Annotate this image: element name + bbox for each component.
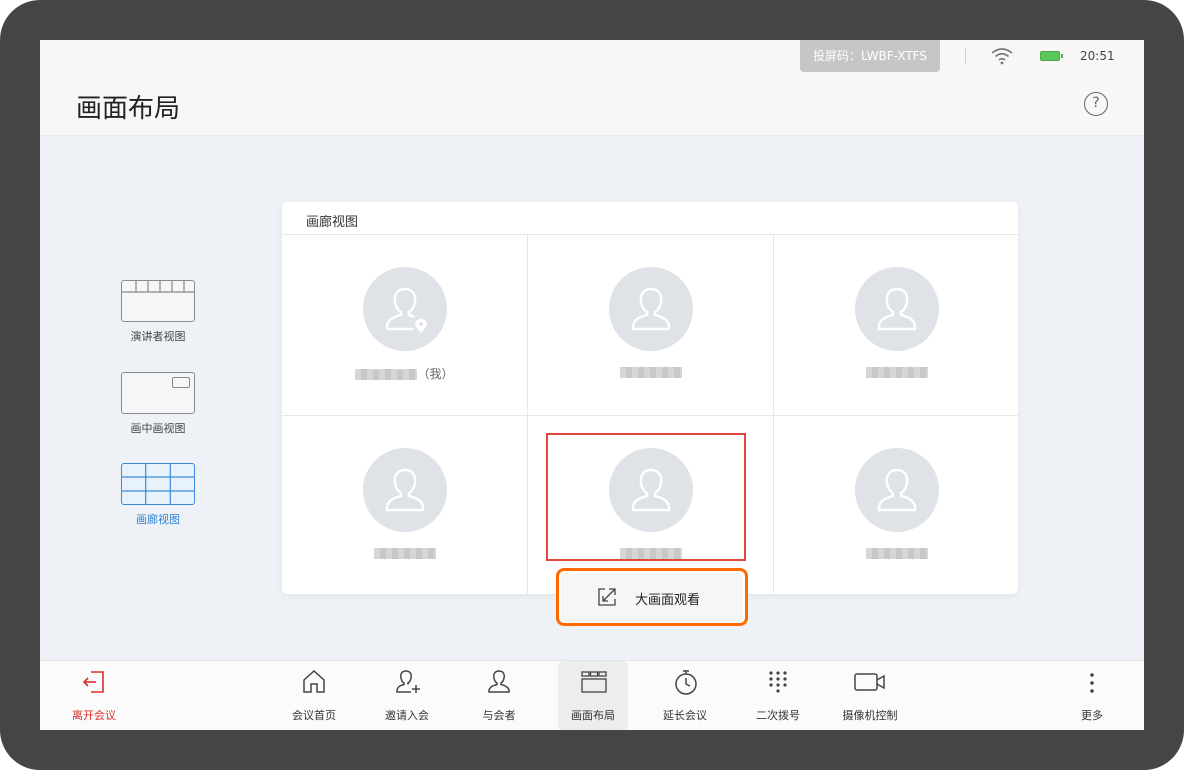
dialpad-icon: [769, 671, 787, 693]
camera-icon: [854, 673, 885, 691]
user-icon: [877, 468, 917, 512]
participant-tile[interactable]: [282, 416, 527, 596]
blurred-name: [865, 367, 928, 378]
question-circle-icon[interactable]: ?: [1084, 92, 1108, 116]
screen: 投屏码：LWBF-XTFS 20:51 画面布局 ? 演讲者视图 画中画视图 画…: [40, 40, 1144, 730]
selected-tile-highlight: [546, 433, 746, 561]
participant-tile[interactable]: [774, 235, 1019, 415]
big-view-label: 大画面观看: [635, 593, 701, 608]
layout-option-label: 画中画视图: [130, 422, 186, 435]
avatar: [609, 267, 693, 351]
user-icon: [631, 287, 671, 331]
user-icon: [488, 670, 510, 693]
toolbar-invite[interactable]: 邀请入会: [372, 661, 442, 730]
battery-icon: [1040, 51, 1063, 61]
host-user-icon: [385, 287, 427, 333]
page-title: 画面布局: [76, 94, 181, 124]
pip-layout-icon: [121, 372, 195, 414]
speaker-layout-icon: [120, 279, 195, 322]
toolbar-home[interactable]: 会议首页: [279, 661, 349, 730]
leave-meeting-button[interactable]: 离开会议: [59, 661, 129, 730]
cast-code-badge: 投屏码：LWBF-XTFS: [800, 40, 940, 72]
more-vertical-icon: [1090, 673, 1094, 693]
big-view-button-highlight: 大画面观看: [556, 568, 748, 626]
layout-option-label: 画廊视图: [136, 513, 180, 526]
big-view-button[interactable]: 大画面观看: [563, 575, 741, 619]
toolbar-extend[interactable]: 延长会议: [650, 661, 720, 730]
bottom-toolbar: 离开会议 会议首页 邀请入会 与会者 画面布局 延长会议 二次拨号 摄像机控制 …: [40, 660, 1144, 730]
exit-icon: [82, 671, 104, 693]
toolbar-label: 更多: [1081, 709, 1103, 722]
toolbar-label: 会议首页: [292, 709, 336, 722]
panel-title: 画廊视图: [306, 215, 359, 230]
toolbar-layout[interactable]: 画面布局: [558, 661, 628, 730]
avatar: [855, 267, 939, 351]
toolbar-label: 画面布局: [571, 709, 615, 722]
toolbar-label: 邀请入会: [385, 709, 429, 722]
toolbar-dialpad[interactable]: 二次拨号: [743, 661, 813, 730]
participant-tile[interactable]: [774, 416, 1019, 596]
blurred-name: [865, 548, 928, 559]
avatar: [855, 448, 939, 532]
toolbar-label: 离开会议: [72, 709, 116, 722]
participant-name: [774, 365, 1019, 381]
blurred-name: [619, 367, 682, 378]
participant-tile[interactable]: （我）: [282, 235, 527, 415]
layout-option-gallery[interactable]: 画廊视图: [110, 462, 206, 527]
participant-name: [774, 546, 1019, 562]
status-separator: [965, 48, 966, 64]
toolbar-camera[interactable]: 摄像机控制: [835, 661, 905, 730]
expand-icon: [598, 588, 616, 606]
layout-option-speaker[interactable]: 演讲者视图: [110, 279, 206, 344]
header: 投屏码：LWBF-XTFS 20:51 画面布局 ?: [40, 40, 1144, 136]
toolbar-label: 摄像机控制: [842, 709, 898, 722]
layout-option-label: 演讲者视图: [130, 330, 186, 343]
add-user-icon: [396, 670, 420, 693]
layout-option-pip[interactable]: 画中画视图: [110, 372, 206, 436]
layout-icon: [581, 671, 607, 693]
avatar: [363, 448, 447, 532]
participant-tile[interactable]: [528, 235, 773, 415]
user-icon: [385, 468, 425, 512]
home-icon: [303, 669, 325, 693]
blurred-name: [373, 548, 436, 559]
participant-name: [528, 365, 773, 381]
clock: 20:51: [1080, 49, 1115, 63]
user-icon: [877, 287, 917, 331]
blurred-name: [355, 369, 418, 380]
toolbar-label: 延长会议: [663, 709, 707, 722]
participant-name: [282, 546, 527, 562]
participant-name: （我）: [282, 365, 527, 381]
wifi-icon: [991, 48, 1013, 65]
toolbar-more[interactable]: 更多: [1057, 661, 1127, 730]
toolbar-participants[interactable]: 与会者: [464, 661, 534, 730]
toolbar-label: 二次拨号: [756, 709, 800, 722]
avatar: [363, 267, 447, 351]
gallery-layout-icon: [120, 462, 195, 505]
toolbar-label: 与会者: [482, 709, 516, 722]
timer-icon: [675, 670, 697, 695]
